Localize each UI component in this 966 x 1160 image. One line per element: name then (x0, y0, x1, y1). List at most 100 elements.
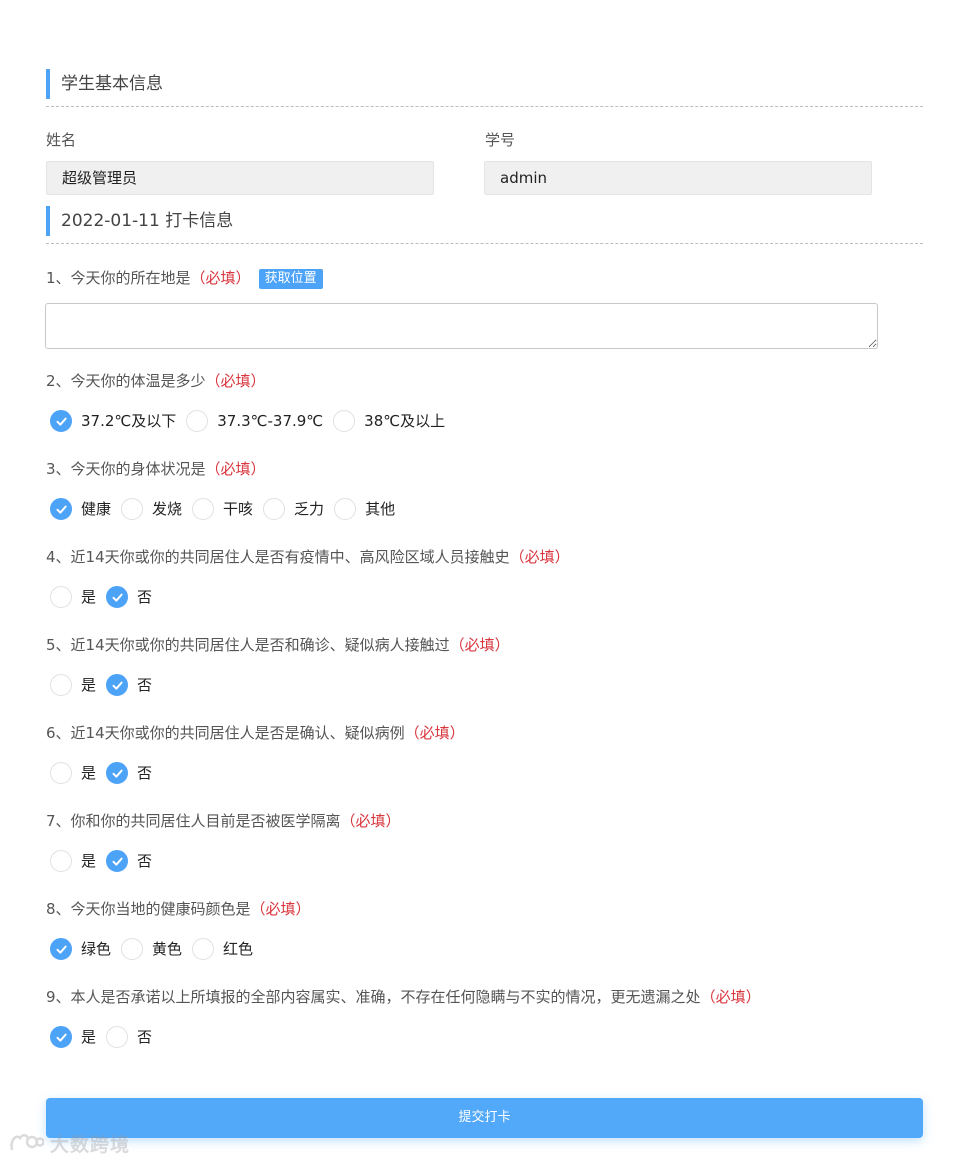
question-6-text: 6、近14天你或你的共同居住人是否是确认、疑似病例 (46, 724, 405, 742)
watermark-text: 大数跨境 (50, 1133, 131, 1156)
basic-info-header: 学生基本信息 (46, 69, 923, 107)
question-9: 9、本人是否承诺以上所填报的全部内容属实、准确，不存在任何隐瞒与不实的情况，更无… (46, 986, 761, 1008)
radio-option-label: 否 (137, 676, 153, 694)
location-input[interactable] (45, 303, 878, 349)
radio-option-label: 是 (81, 676, 97, 694)
question-9-text: 9、本人是否承诺以上所填报的全部内容属实、准确，不存在任何隐瞒与不实的情况，更无… (46, 988, 701, 1006)
empty-circle-icon[interactable] (106, 1026, 129, 1048)
radio-option[interactable]: 37.2℃及以下 (50, 410, 176, 432)
name-field: 超级管理员 (46, 161, 434, 195)
question-2-text: 2、今天你的体温是多少 (46, 372, 206, 390)
required-mark: （必填） (700, 988, 761, 1006)
empty-circle-icon[interactable] (50, 674, 72, 696)
radio-option-label: 其他 (365, 500, 396, 518)
radio-option[interactable]: 是 (50, 586, 96, 608)
required-mark: （必填） (340, 812, 401, 830)
empty-circle-icon[interactable] (121, 938, 144, 960)
empty-circle-icon[interactable] (50, 586, 72, 608)
checked-circle-icon[interactable] (106, 674, 129, 696)
question-1-text: 1、今天你的所在地是 (46, 269, 191, 287)
question-4-text: 4、近14天你或你的共同居住人是否有疫情中、高风险区域人员接触史 (46, 548, 510, 566)
radio-option[interactable]: 红色 (192, 938, 253, 960)
checkin-header: 2022-01-11 打卡信息 (46, 206, 923, 244)
radio-option[interactable]: 否 (106, 1026, 152, 1048)
radio-option[interactable]: 是 (50, 762, 96, 784)
radio-option-label: 是 (81, 852, 97, 870)
radio-option-label: 是 (81, 764, 97, 782)
question-3: 3、今天你的身体状况是（必填） (46, 458, 266, 480)
student-id-label: 学号 (485, 131, 516, 149)
question-6: 6、近14天你或你的共同居住人是否是确认、疑似病例（必填） (46, 722, 465, 744)
submit-checkin-button[interactable]: 提交打卡 (46, 1098, 923, 1138)
checkin-title: 2022-01-11 打卡信息 (61, 211, 234, 231)
empty-circle-icon[interactable] (334, 498, 357, 520)
empty-circle-icon[interactable] (121, 498, 144, 520)
radio-option[interactable]: 发烧 (121, 498, 182, 520)
question-6-options: 是否 (50, 761, 162, 785)
required-mark: （必填） (449, 636, 510, 654)
radio-option[interactable]: 37.3℃-37.9℃ (186, 410, 323, 432)
radio-option-label: 干咳 (223, 500, 254, 518)
get-location-button[interactable]: 获取位置 (258, 269, 323, 289)
radio-option[interactable]: 38℃及以上 (333, 410, 445, 432)
radio-option-label: 黄色 (152, 940, 183, 958)
radio-option[interactable]: 否 (106, 674, 152, 696)
radio-option-label: 否 (137, 1028, 153, 1046)
radio-option[interactable]: 干咳 (192, 498, 253, 520)
empty-circle-icon[interactable] (333, 410, 356, 432)
radio-option-label: 否 (137, 852, 153, 870)
empty-circle-icon[interactable] (50, 850, 72, 872)
radio-option[interactable]: 是 (50, 850, 96, 872)
radio-option[interactable]: 黄色 (121, 938, 182, 960)
radio-option-label: 是 (81, 588, 97, 606)
radio-option[interactable]: 否 (106, 850, 152, 872)
checked-circle-icon[interactable] (106, 762, 129, 784)
required-mark: （必填） (509, 548, 570, 566)
checked-circle-icon[interactable] (106, 850, 129, 872)
question-7: 7、你和你的共同居住人目前是否被医学隔离（必填） (46, 810, 401, 832)
radio-option-label: 健康 (81, 500, 112, 518)
radio-option[interactable]: 否 (106, 586, 152, 608)
watermark: 大数跨境 (8, 1128, 130, 1158)
radio-option[interactable]: 是 (50, 674, 96, 696)
checked-circle-icon[interactable] (50, 410, 72, 432)
question-8: 8、今天你当地的健康码颜色是（必填） (46, 898, 311, 920)
question-5: 5、近14天你或你的共同居住人是否和确诊、疑似病人接触过（必填） (46, 634, 510, 656)
question-7-text: 7、你和你的共同居住人目前是否被医学隔离 (46, 812, 341, 830)
radio-option[interactable]: 绿色 (50, 938, 111, 960)
question-4: 4、近14天你或你的共同居住人是否有疫情中、高风险区域人员接触史（必填） (46, 546, 570, 568)
watermark-logo-icon (10, 1134, 44, 1151)
question-5-text: 5、近14天你或你的共同居住人是否和确诊、疑似病人接触过 (46, 636, 450, 654)
checked-circle-icon[interactable] (50, 1026, 72, 1048)
checked-circle-icon[interactable] (50, 938, 72, 960)
empty-circle-icon[interactable] (50, 762, 72, 784)
required-mark: （必填） (250, 900, 311, 918)
radio-option[interactable]: 乏力 (263, 498, 324, 520)
name-label: 姓名 (46, 131, 77, 149)
radio-option[interactable]: 健康 (50, 498, 111, 520)
question-4-options: 是否 (50, 585, 162, 609)
question-9-options: 是否 (50, 1025, 162, 1049)
radio-option-label: 37.2℃及以下 (81, 412, 177, 430)
question-2-options: 37.2℃及以下 37.3℃-37.9℃ 38℃及以上 (50, 409, 455, 433)
empty-circle-icon[interactable] (263, 498, 286, 520)
radio-option-label: 绿色 (81, 940, 112, 958)
checkin-form-page: 学生基本信息 姓名 超级管理员 学号 admin 2022-01-11 打卡信息… (0, 0, 966, 1160)
radio-option[interactable]: 其他 (334, 498, 395, 520)
empty-circle-icon[interactable] (186, 410, 209, 432)
radio-option-label: 37.3℃-37.9℃ (217, 412, 324, 430)
required-mark: （必填） (404, 724, 465, 742)
empty-circle-icon[interactable] (192, 938, 215, 960)
basic-info-title: 学生基本信息 (61, 74, 163, 94)
radio-option-label: 发烧 (152, 500, 183, 518)
checked-circle-icon[interactable] (106, 586, 129, 608)
question-8-options: 绿色 黄色 红色 (50, 937, 263, 961)
question-7-options: 是否 (50, 849, 162, 873)
checked-circle-icon[interactable] (50, 498, 72, 520)
radio-option[interactable]: 是 (50, 1026, 96, 1048)
required-mark: （必填） (190, 269, 251, 287)
empty-circle-icon[interactable] (192, 498, 215, 520)
question-3-text: 3、今天你的身体状况是 (46, 460, 206, 478)
question-5-options: 是否 (50, 673, 162, 697)
radio-option[interactable]: 否 (106, 762, 152, 784)
